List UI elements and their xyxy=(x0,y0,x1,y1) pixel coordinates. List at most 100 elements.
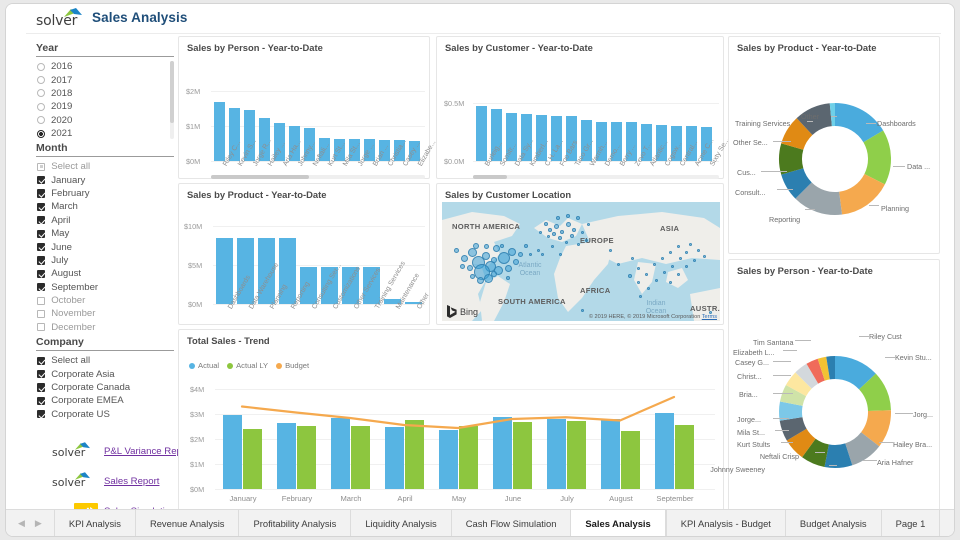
map-bubble[interactable] xyxy=(697,249,700,252)
map-bubble[interactable] xyxy=(473,243,479,249)
bar[interactable] xyxy=(547,419,566,489)
map-bubble[interactable] xyxy=(655,279,658,282)
map-bubble[interactable] xyxy=(685,251,688,254)
bar[interactable] xyxy=(405,420,424,490)
bing-map[interactable]: NORTH AMERICA EUROPE ASIA AFRICA SOUTH A… xyxy=(442,202,720,321)
bar[interactable] xyxy=(567,421,586,490)
bar[interactable] xyxy=(297,426,316,489)
checkbox-icon-checked[interactable] xyxy=(37,410,45,418)
link-sales-report[interactable]: solver Sales Report xyxy=(52,466,192,496)
map-bubble[interactable] xyxy=(581,309,584,312)
map-bubble[interactable] xyxy=(544,222,548,226)
map-bubble[interactable] xyxy=(467,265,473,271)
tab-liquidity-analysis[interactable]: Liquidity Analysis xyxy=(350,510,450,536)
company-option-canada[interactable]: Corporate Canada xyxy=(26,381,176,394)
map-bubble[interactable] xyxy=(566,222,571,227)
month-option-december[interactable]: December xyxy=(26,321,176,334)
map-bubble[interactable] xyxy=(552,232,556,236)
month-option-july[interactable]: July xyxy=(26,254,176,267)
bar[interactable] xyxy=(439,430,458,490)
bar[interactable] xyxy=(675,425,694,489)
map-bubble[interactable] xyxy=(518,252,523,257)
tab-page-1[interactable]: Page 1 xyxy=(881,510,940,536)
bar[interactable] xyxy=(214,102,225,161)
map-bubble[interactable] xyxy=(547,235,550,238)
map-bubble[interactable] xyxy=(551,245,554,248)
checkbox-icon-checked[interactable] xyxy=(37,383,45,391)
bar[interactable] xyxy=(277,423,296,490)
scrollbar-thumb[interactable] xyxy=(211,175,309,179)
map-bubble[interactable] xyxy=(637,267,640,270)
link-label[interactable]: Sales Report xyxy=(104,476,159,487)
map-bubble[interactable] xyxy=(556,216,560,220)
month-option-october[interactable]: October xyxy=(26,294,176,307)
tab-prev-icon[interactable]: ◀ xyxy=(18,518,25,529)
company-option-asia[interactable]: Corporate Asia xyxy=(26,367,176,380)
scrollbar-thumb[interactable] xyxy=(473,175,507,179)
month-option-select-all[interactable]: Select all xyxy=(26,160,176,173)
map-bubble[interactable] xyxy=(581,231,584,234)
bar[interactable] xyxy=(223,415,242,489)
map-bubble[interactable] xyxy=(703,255,706,258)
map-bubble[interactable] xyxy=(653,263,656,266)
month-option-april[interactable]: April xyxy=(26,214,176,227)
map-bubble[interactable] xyxy=(537,249,540,252)
chart-sales-by-product-donut[interactable]: Sales by Product - Year-to-Date Dashboar… xyxy=(728,36,940,254)
checkbox-icon-checked[interactable] xyxy=(37,270,45,278)
map-bubble[interactable] xyxy=(539,231,542,234)
map-bubble[interactable] xyxy=(631,257,634,260)
chart-sales-by-person-bar[interactable]: Sales by Person - Year-to-Date $2M $1M $… xyxy=(178,36,430,179)
scrollbar-thumb[interactable] xyxy=(170,61,174,123)
tab-budget-analysis[interactable]: Budget Analysis xyxy=(785,510,881,536)
map-bubble[interactable] xyxy=(577,243,580,246)
map-bubble[interactable] xyxy=(609,249,612,252)
month-option-november[interactable]: November xyxy=(26,307,176,320)
map-bubble[interactable] xyxy=(669,251,672,254)
map-bubble[interactable] xyxy=(493,245,500,252)
checkbox-icon-checked[interactable] xyxy=(37,230,45,238)
tab-profitability-analysis[interactable]: Profitability Analysis xyxy=(238,510,350,536)
map-bubble[interactable] xyxy=(679,257,682,260)
map-bubble[interactable] xyxy=(506,276,510,280)
bar[interactable] xyxy=(655,413,674,489)
map-bubble[interactable] xyxy=(482,252,490,260)
checkbox-icon-checked[interactable] xyxy=(37,357,45,365)
checkbox-icon-checked[interactable] xyxy=(37,283,45,291)
map-bubble[interactable] xyxy=(566,214,570,218)
map-bubble[interactable] xyxy=(671,265,674,268)
checkbox-icon-checked[interactable] xyxy=(37,243,45,251)
map-bubble[interactable] xyxy=(617,263,620,266)
tab-kpi-analysis-budget[interactable]: KPI Analysis - Budget xyxy=(666,510,785,536)
radio-icon[interactable] xyxy=(37,63,45,71)
map-bubble[interactable] xyxy=(661,257,664,260)
map-bubble[interactable] xyxy=(477,277,484,284)
checkbox-icon-checked[interactable] xyxy=(37,256,45,264)
checkbox-icon[interactable] xyxy=(37,323,45,331)
map-bubble[interactable] xyxy=(645,273,648,276)
tab-kpi-analysis[interactable]: KPI Analysis xyxy=(54,510,135,536)
year-option-2017[interactable]: 2017 xyxy=(26,73,176,86)
checkbox-icon-partial[interactable] xyxy=(37,163,45,171)
map-bubble[interactable] xyxy=(663,271,666,274)
map-bubble[interactable] xyxy=(558,236,562,240)
radio-icon[interactable] xyxy=(37,103,45,111)
map-bubble[interactable] xyxy=(484,274,493,283)
bar[interactable] xyxy=(513,422,532,490)
bar[interactable] xyxy=(351,426,370,489)
map-bubble[interactable] xyxy=(484,244,489,249)
tab-next-icon[interactable]: ▶ xyxy=(35,518,42,529)
legend-item-actual-ly[interactable]: Actual LY xyxy=(227,361,268,370)
chart-sales-by-person-donut[interactable]: Sales by Person - Year-to-Date Riley Cus… xyxy=(728,259,940,514)
map-bubble[interactable] xyxy=(647,287,650,290)
map-bubble[interactable] xyxy=(461,255,468,262)
map-bubble[interactable] xyxy=(560,230,564,234)
bar[interactable] xyxy=(493,417,512,490)
company-option-us[interactable]: Corporate US xyxy=(26,408,176,421)
bar[interactable] xyxy=(243,429,262,489)
tab-cash-flow-simulation[interactable]: Cash Flow Simulation xyxy=(451,510,571,536)
map-bubble[interactable] xyxy=(689,243,692,246)
checkbox-icon-checked[interactable] xyxy=(37,176,45,184)
company-option-emea[interactable]: Corporate EMEA xyxy=(26,394,176,407)
tab-sales-analysis[interactable]: Sales Analysis xyxy=(570,510,665,536)
company-option-select-all[interactable]: Select all xyxy=(26,354,176,367)
